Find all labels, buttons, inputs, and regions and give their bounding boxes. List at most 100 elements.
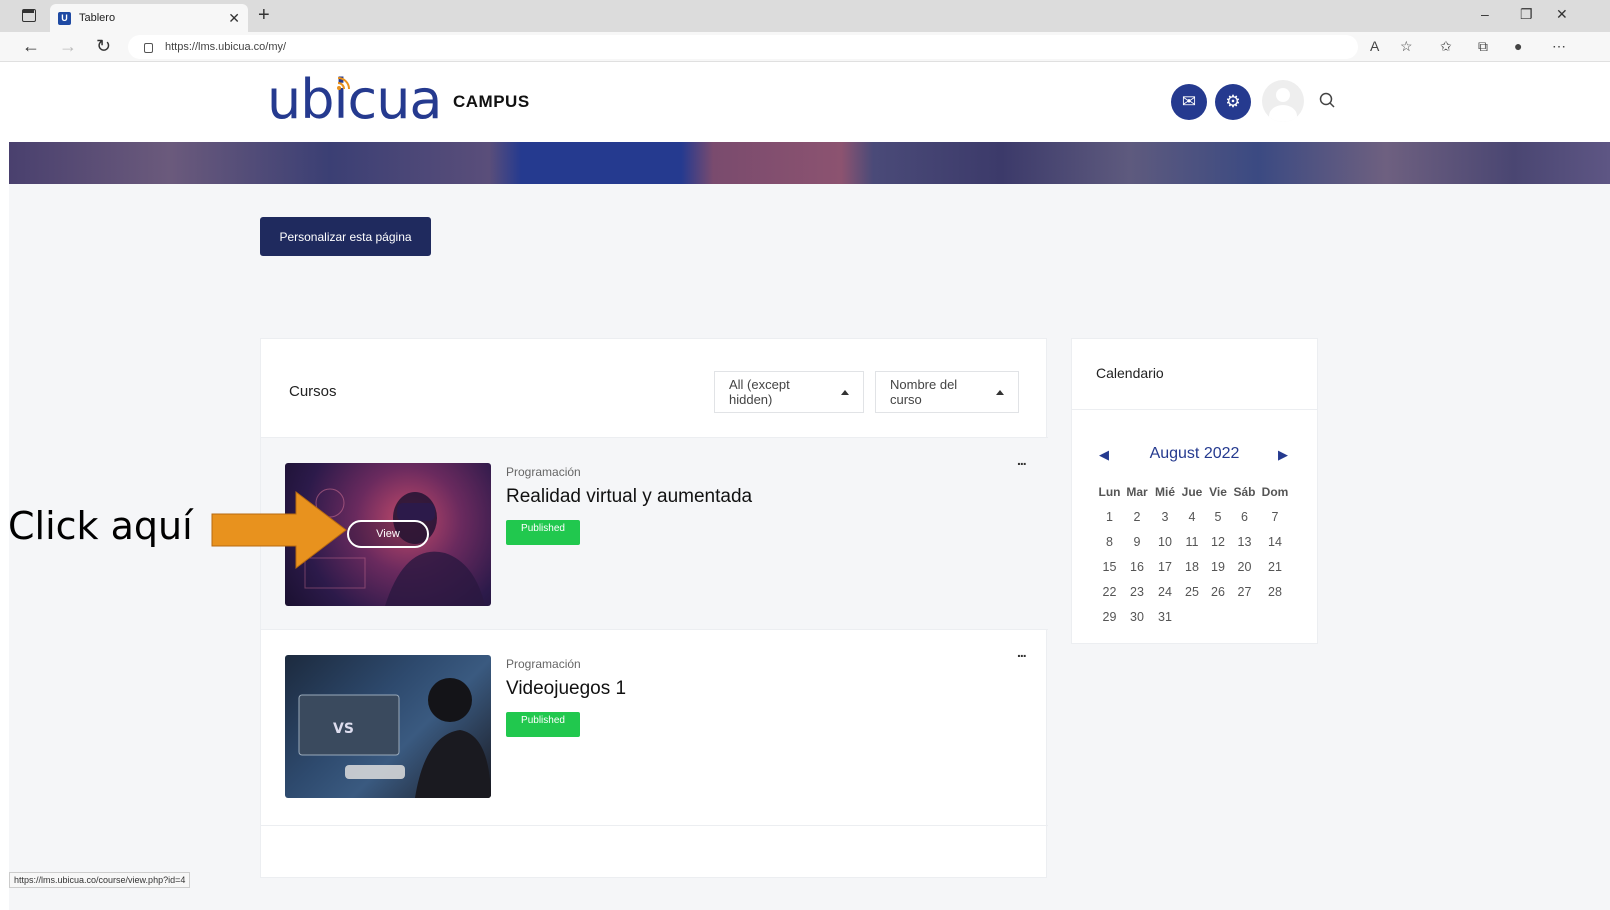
header-banner-image (9, 142, 1610, 184)
weekday-header: Vie (1209, 485, 1227, 499)
url-field[interactable]: https://lms.ubicua.co/my/ (128, 35, 1358, 59)
status-badge: Published (506, 520, 580, 545)
calendar-day[interactable]: 9 (1123, 533, 1151, 552)
wifi-logo-icon (337, 77, 350, 90)
prev-month-icon[interactable]: ◀ (1099, 447, 1109, 463)
calendar-day[interactable]: 13 (1231, 533, 1258, 552)
gamer-image: VS (298, 678, 491, 798)
campus-label: CAMPUS (453, 92, 530, 111)
sidebar-toggle-icon[interactable] (22, 9, 36, 22)
calendar-day[interactable]: 26 (1205, 583, 1231, 602)
weekday-header: Mar (1126, 485, 1148, 499)
filter-dropdown[interactable]: All (except hidden) (714, 371, 864, 413)
calendar-day[interactable]: 14 (1258, 533, 1292, 552)
read-aloud-icon[interactable]: A (1370, 38, 1379, 54)
add-favorite-icon[interactable]: ☆ (1400, 38, 1413, 55)
calendar-day[interactable]: 21 (1258, 558, 1292, 577)
calendar-day (1231, 608, 1258, 627)
course-thumbnail-videogames[interactable]: VS (285, 655, 491, 798)
restore-icon[interactable]: ❐ (1520, 6, 1533, 23)
calendar-day[interactable]: 25 (1179, 583, 1205, 602)
course-category: Programación (506, 465, 581, 479)
minimize-icon[interactable]: – (1481, 6, 1489, 22)
favorites-icon[interactable]: ✩ (1440, 38, 1452, 55)
calendar-day (1258, 608, 1292, 627)
divider (1072, 409, 1317, 410)
weekday-header: Jue (1181, 485, 1203, 499)
arrow-right-icon (211, 490, 347, 570)
calendar-day[interactable]: 20 (1231, 558, 1258, 577)
status-bar-url: https://lms.ubicua.co/course/view.php?id… (9, 872, 191, 888)
sort-dropdown[interactable]: Nombre del curso (875, 371, 1019, 413)
next-month-icon[interactable]: ▶ (1278, 447, 1288, 463)
course-name[interactable]: Videojuegos 1 (506, 678, 626, 700)
calendar-day[interactable]: 2 (1123, 508, 1151, 527)
url-text: https://lms.ubicua.co/my/ (165, 41, 287, 53)
customize-page-button[interactable]: Personalizar esta página (260, 217, 431, 256)
weekday-header: Lun (1098, 485, 1121, 499)
calendar-day[interactable]: 8 (1096, 533, 1123, 552)
calendar-day[interactable]: 31 (1151, 608, 1179, 627)
calendar-day[interactable]: 29 (1096, 608, 1123, 627)
course-menu-icon[interactable]: ... (1017, 452, 1027, 468)
course-category: Programación (506, 657, 581, 671)
settings-icon[interactable]: ⚙ (1215, 84, 1251, 120)
weekday-header: Sáb (1233, 485, 1256, 499)
svg-text:VS: VS (333, 721, 354, 737)
calendar-day (1179, 608, 1205, 627)
calendar-day[interactable]: 4 (1179, 508, 1205, 527)
calendar-day[interactable]: 11 (1179, 533, 1205, 552)
profile-icon[interactable]: ● (1514, 38, 1522, 54)
calendar-day[interactable]: 12 (1205, 533, 1231, 552)
forward-icon[interactable]: → (59, 36, 77, 57)
caret-up-icon (841, 389, 849, 395)
view-course-button[interactable]: View (347, 520, 429, 548)
filter-label: All (except hidden) (729, 377, 790, 407)
calendar-day[interactable]: 19 (1205, 558, 1231, 577)
search-icon[interactable] (1319, 92, 1335, 108)
calendar-day[interactable]: 27 (1231, 583, 1258, 602)
site-header: ubicua CAMPUS ✉ ⚙ (9, 62, 1610, 142)
course-name[interactable]: Realidad virtual y aumentada (506, 486, 752, 508)
course-item: VS Programación Videojuegos 1 Published … (261, 629, 1048, 825)
lock-icon (144, 43, 153, 53)
calendar-day[interactable]: 5 (1205, 508, 1231, 527)
calendar-day[interactable]: 6 (1231, 508, 1258, 527)
calendar-day[interactable]: 17 (1151, 558, 1179, 577)
calendar-day[interactable]: 1 (1096, 508, 1123, 527)
window-close-icon[interactable]: ✕ (1556, 6, 1568, 23)
course-menu-icon[interactable]: ... (1017, 644, 1027, 660)
calendar-day[interactable]: 3 (1151, 508, 1179, 527)
logo[interactable]: ubicua (267, 68, 443, 131)
favicon-icon: U (58, 11, 71, 25)
address-bar-row: ← → ↻ https://lms.ubicua.co/my/ A ☆ ✩ ⧉ … (0, 32, 1610, 62)
calendar-day[interactable]: 28 (1258, 583, 1292, 602)
calendar-day[interactable]: 10 (1151, 533, 1179, 552)
weekday-header: Dom (1261, 485, 1289, 499)
reload-icon[interactable]: ↻ (96, 36, 111, 57)
divider (261, 825, 1048, 826)
status-badge: Published (506, 712, 580, 737)
back-icon[interactable]: ← (22, 36, 40, 57)
calendar-day[interactable]: 30 (1123, 608, 1151, 627)
calendar-grid: Lun Mar Mié Jue Vie Sáb Dom 1 2 3 4 5 6 7 8 9 10 11 12 13 14… (1096, 483, 1292, 627)
calendar-title: Calendario (1096, 365, 1164, 381)
calendar-day[interactable]: 16 (1123, 558, 1151, 577)
calendar-day[interactable]: 23 (1123, 583, 1151, 602)
calendar-day[interactable]: 22 (1096, 583, 1123, 602)
calendar-day[interactable]: 18 (1179, 558, 1205, 577)
user-avatar[interactable] (1262, 80, 1304, 122)
new-tab-icon[interactable]: + (258, 4, 270, 27)
collections-icon[interactable]: ⧉ (1478, 38, 1488, 55)
more-icon[interactable]: ⋯ (1552, 38, 1566, 55)
calendar-day[interactable]: 15 (1096, 558, 1123, 577)
click-here-annotation: Click aquí (8, 504, 193, 548)
messages-icon[interactable]: ✉ (1171, 84, 1207, 120)
calendar-day[interactable]: 24 (1151, 583, 1179, 602)
browser-tab-bar: U Tablero ✕ + – ❐ ✕ (0, 0, 1610, 32)
caret-up-icon (996, 389, 1004, 395)
calendar-day[interactable]: 7 (1258, 508, 1292, 527)
browser-tab[interactable]: U Tablero ✕ (50, 4, 248, 32)
close-tab-icon[interactable]: ✕ (228, 10, 240, 27)
calendar-day (1205, 608, 1231, 627)
